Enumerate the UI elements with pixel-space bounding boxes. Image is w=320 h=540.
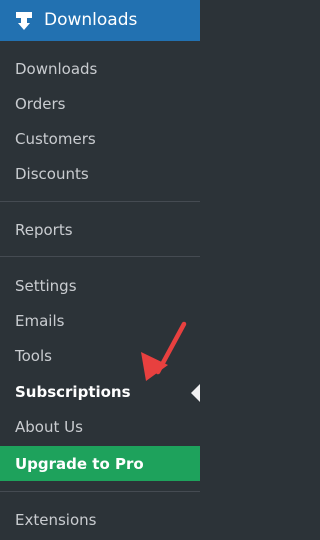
menu-item-label: Downloads [15, 60, 98, 78]
menu-item-label: Discounts [15, 165, 89, 183]
menu-item-reports[interactable]: Reports [0, 213, 200, 247]
menu-item-tools[interactable]: Tools [0, 339, 200, 373]
menu-item-label: Subscriptions [15, 383, 131, 401]
downloads-menu-header[interactable]: Downloads [0, 0, 200, 41]
menu-item-label: About Us [15, 418, 83, 436]
menu-item-downloads[interactable]: Downloads [0, 52, 200, 86]
menu-item-extensions[interactable]: Extensions [0, 503, 200, 537]
menu-header-title: Downloads [44, 10, 138, 30]
menu-item-label: Tools [15, 347, 52, 365]
menu-separator [0, 256, 200, 257]
menu-separator [0, 201, 200, 202]
menu-item-label: Customers [15, 130, 96, 148]
menu-item-label: Reports [15, 221, 73, 239]
menu-item-subscriptions[interactable]: Subscriptions [0, 375, 200, 409]
menu-item-orders[interactable]: Orders [0, 87, 200, 121]
sidebar-menu: Downloads Downloads Orders Customers Dis… [0, 0, 200, 540]
current-page-pointer [191, 384, 200, 402]
menu-item-label: Emails [15, 312, 65, 330]
menu-item-label: Orders [15, 95, 66, 113]
menu-separator [0, 491, 200, 492]
menu-item-customers[interactable]: Customers [0, 122, 200, 156]
download-icon [14, 11, 34, 31]
menu-item-discounts[interactable]: Discounts [0, 157, 200, 191]
menu-item-emails[interactable]: Emails [0, 304, 200, 338]
menu-item-settings[interactable]: Settings [0, 269, 200, 303]
menu-item-label: Extensions [15, 511, 97, 529]
menu-item-about-us[interactable]: About Us [0, 410, 200, 444]
menu-item-upgrade-to-pro[interactable]: Upgrade to Pro [0, 446, 200, 481]
menu-item-label: Settings [15, 277, 77, 295]
menu-item-label: Upgrade to Pro [15, 454, 144, 473]
